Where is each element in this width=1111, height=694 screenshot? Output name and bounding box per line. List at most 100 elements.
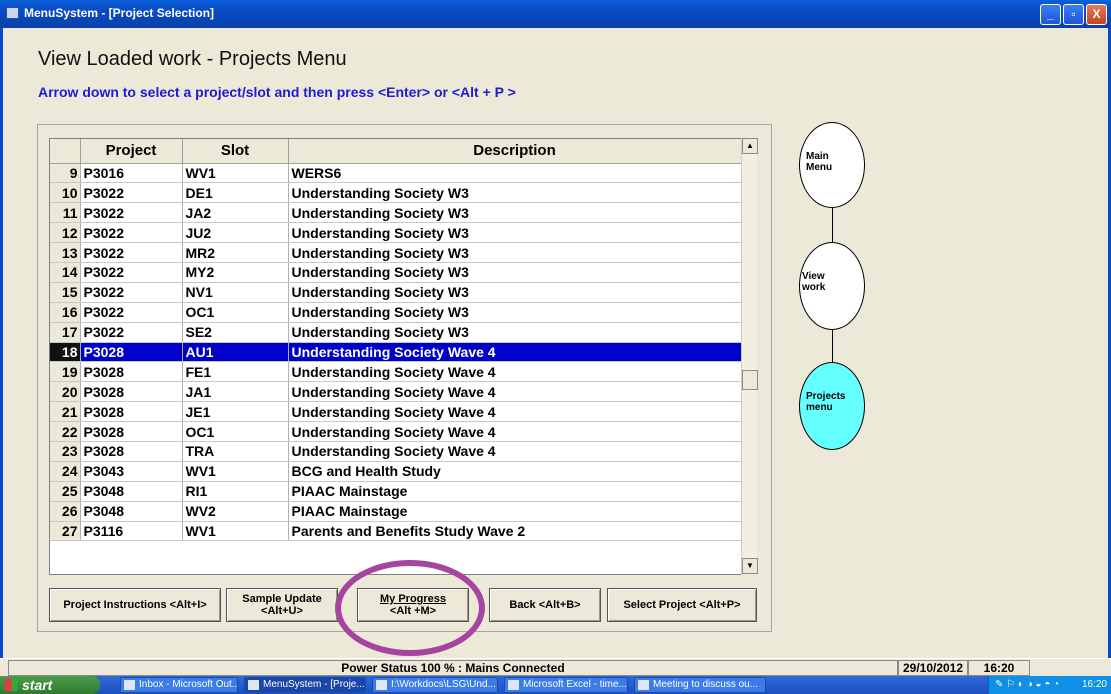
sample-update-button[interactable]: Sample Update <Alt+U> [226, 588, 338, 622]
project-cell: P3016 [80, 163, 183, 184]
table-row[interactable]: 23 P3028 TRA Understanding Society Wave 4 [50, 441, 742, 462]
window-title: MenuSystem - [Project Selection] [24, 6, 215, 20]
row-number-cell: 11 [50, 202, 81, 224]
project-cell: P3048 [80, 501, 183, 522]
description-cell: Understanding Society W3 [288, 322, 742, 343]
project-cell: P3022 [80, 242, 183, 263]
description-cell: WERS6 [288, 163, 742, 184]
table-row[interactable]: 16 P3022 OC1 Understanding Society W3 [50, 302, 742, 323]
row-number-cell: 15 [50, 282, 81, 303]
scroll-thumb[interactable] [742, 370, 758, 390]
table-row[interactable]: 24 P3043 WV1 BCG and Health Study [50, 461, 742, 482]
select-project-button[interactable]: Select Project <Alt+P> [607, 588, 757, 622]
column-header-slot[interactable]: Slot [182, 139, 289, 164]
table-row[interactable]: 18 P3028 AU1 Understanding Society Wave 4 [50, 342, 742, 363]
start-label: start [22, 677, 53, 693]
nav-connector [832, 208, 833, 242]
taskbar-item[interactable]: Inbox - Microsoft Out... [120, 677, 238, 693]
table-row[interactable]: 9 P3016 WV1 WERS6 [50, 163, 742, 184]
column-header-description[interactable]: Description [288, 139, 742, 164]
power-status: Power Status 100 % : Mains Connected [8, 660, 898, 676]
row-number-cell: 27 [50, 521, 81, 542]
title-bar[interactable]: MenuSystem - [Project Selection] _ ▫ X [0, 0, 1111, 28]
description-cell: Understanding Society Wave 4 [288, 342, 742, 363]
nav-node-view-label-2: work [802, 282, 826, 293]
row-number-cell: 26 [50, 501, 81, 522]
table-row[interactable]: 22 P3028 OC1 Understanding Society Wave 4 [50, 421, 742, 442]
maximize-button[interactable]: ▫ [1063, 4, 1084, 25]
nav-node-view-label: View [802, 271, 825, 282]
project-cell: P3022 [80, 222, 183, 244]
taskbar-item-label: Microsoft Excel - time... [523, 679, 627, 690]
project-cell: P3022 [80, 322, 183, 343]
project-instructions-label: Project Instructions <Alt+I> [63, 599, 207, 611]
slot-cell: OC1 [182, 302, 289, 323]
row-number-cell: 25 [50, 481, 81, 502]
back-label: Back <Alt+B> [509, 599, 581, 611]
row-number-cell: 23 [50, 441, 81, 462]
description-cell: Understanding Society Wave 4 [288, 361, 742, 383]
taskbar-item[interactable]: Meeting to discuss ou... [634, 677, 766, 693]
project-cell: P3028 [80, 342, 183, 363]
table-row[interactable]: 10 P3022 DE1 Understanding Society W3 [50, 182, 742, 204]
table-row[interactable]: 17 P3022 SE2 Understanding Society W3 [50, 322, 742, 343]
description-cell: PIAAC Mainstage [288, 481, 742, 502]
slot-cell: JA2 [182, 202, 289, 224]
row-number-cell: 14 [50, 262, 81, 283]
row-number-cell: 12 [50, 222, 81, 244]
projects-table: Project Slot Description 9 P3016 WV1 WERS6 1… [50, 139, 742, 542]
close-button[interactable]: X [1086, 4, 1107, 25]
row-number-cell: 9 [50, 163, 81, 184]
projects-grid[interactable]: Project Slot Description 9 P3016 WV1 WERS6 1… [49, 138, 757, 575]
scroll-down-arrow-icon[interactable]: ▼ [742, 558, 758, 574]
table-row[interactable]: 14 P3022 MY2 Understanding Society W3 [50, 262, 742, 283]
table-header-row: Project Slot Description [50, 139, 742, 164]
slot-cell: WV1 [182, 461, 289, 482]
table-row[interactable]: 11 P3022 JA2 Understanding Society W3 [50, 202, 742, 224]
project-cell: P3022 [80, 282, 183, 303]
row-number-cell: 13 [50, 242, 81, 263]
project-cell: P3116 [80, 521, 183, 542]
column-header-project[interactable]: Project [80, 139, 183, 164]
project-cell: P3048 [80, 481, 183, 502]
nav-node-projects-label: Projects [806, 391, 846, 402]
status-date: 29/10/2012 [898, 660, 968, 676]
taskbar-item-label: I:\Workdocs\LSG\Und... [391, 679, 496, 690]
folder-icon [376, 680, 387, 690]
row-number-cell: 21 [50, 401, 81, 423]
nav-node-main-label: Main [806, 151, 829, 162]
description-cell: Parents and Benefits Study Wave 2 [288, 521, 742, 542]
table-row[interactable]: 20 P3028 JA1 Understanding Society Wave 4 [50, 381, 742, 403]
slot-cell: NV1 [182, 282, 289, 303]
table-row[interactable]: 12 P3022 JU2 Understanding Society W3 [50, 222, 742, 244]
nav-node-projects-menu[interactable]: Projects menu [799, 362, 865, 450]
back-button[interactable]: Back <Alt+B> [489, 588, 601, 622]
tray-icons[interactable]: ✎ ⚐ ◐ ◑ ◒ ◓ ◔ [995, 679, 1059, 690]
scroll-up-arrow-icon[interactable]: ▲ [742, 138, 758, 154]
table-row[interactable]: 21 P3028 JE1 Understanding Society Wave 4 [50, 401, 742, 423]
taskbar-item-label: Inbox - Microsoft Out... [139, 679, 238, 690]
table-row[interactable]: 27 P3116 WV1 Parents and Benefits Study Wav… [50, 521, 742, 542]
taskbar-item[interactable]: MenuSystem - [Proje... [244, 677, 366, 693]
taskbar-item[interactable]: I:\Workdocs\LSG\Und... [372, 677, 498, 693]
slot-cell: WV2 [182, 501, 289, 522]
minimize-button[interactable]: _ [1040, 4, 1061, 25]
table-row[interactable]: 19 P3028 FE1 Understanding Society Wave 4 [50, 361, 742, 383]
table-row[interactable]: 25 P3048 RI1 PIAAC Mainstage [50, 481, 742, 502]
project-cell: P3028 [80, 361, 183, 383]
project-instructions-button[interactable]: Project Instructions <Alt+I> [49, 588, 221, 622]
description-cell: Understanding Society W3 [288, 202, 742, 224]
start-button[interactable]: start [0, 676, 100, 694]
row-number-cell: 19 [50, 361, 81, 383]
table-row[interactable]: 15 P3022 NV1 Understanding Society W3 [50, 282, 742, 303]
taskbar-item[interactable]: Microsoft Excel - time... [504, 677, 628, 693]
highlight-circle-annotation [335, 560, 485, 656]
grid-scrollbar[interactable]: ▲ ▼ [741, 138, 758, 575]
table-row[interactable]: 26 P3048 WV2 PIAAC Mainstage [50, 501, 742, 522]
nav-node-view-work[interactable]: View work [799, 242, 865, 330]
table-row[interactable]: 13 P3022 MR2 Understanding Society W3 [50, 242, 742, 263]
slot-cell: MY2 [182, 262, 289, 283]
nav-node-main-menu[interactable]: Main Menu [799, 122, 865, 208]
nav-node-projects-label-2: menu [806, 402, 833, 413]
slot-cell: WV1 [182, 163, 289, 184]
